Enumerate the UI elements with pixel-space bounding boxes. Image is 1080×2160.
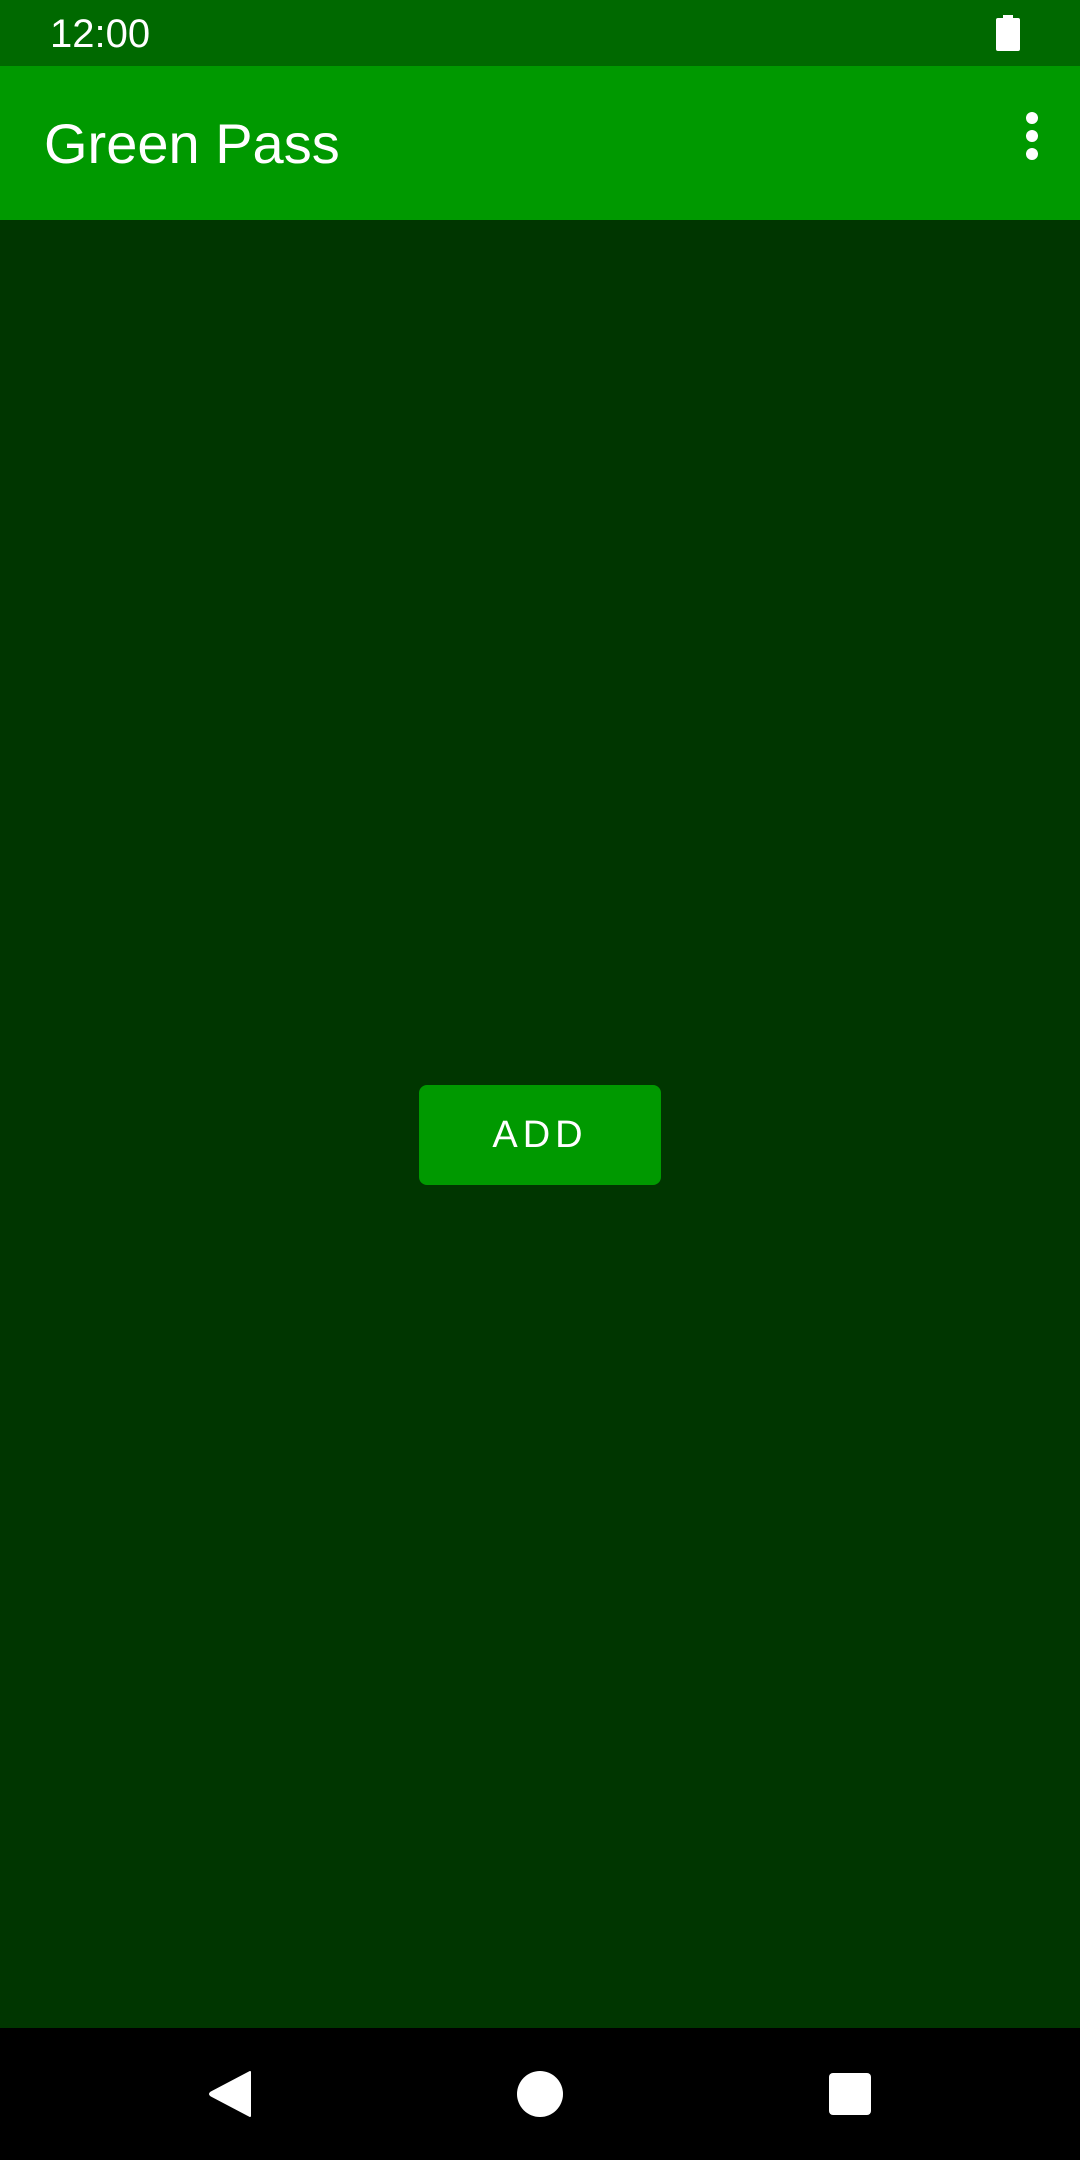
- recents-button[interactable]: [770, 2028, 930, 2160]
- status-time: 12:00: [50, 12, 151, 56]
- home-icon: [517, 2071, 563, 2117]
- app-bar: Green Pass: [0, 66, 1080, 220]
- main-content: ADD: [0, 220, 1080, 2028]
- status-bar: 12:00: [0, 0, 1080, 66]
- back-icon: [209, 2071, 251, 2117]
- back-button[interactable]: [150, 2028, 310, 2160]
- app-title: Green Pass: [44, 112, 340, 175]
- battery-icon: [996, 15, 1020, 51]
- more-options-icon[interactable]: [1008, 112, 1056, 164]
- home-button[interactable]: [460, 2028, 620, 2160]
- add-button[interactable]: ADD: [419, 1085, 661, 1185]
- recents-icon: [829, 2073, 871, 2115]
- navigation-bar: [0, 2028, 1080, 2160]
